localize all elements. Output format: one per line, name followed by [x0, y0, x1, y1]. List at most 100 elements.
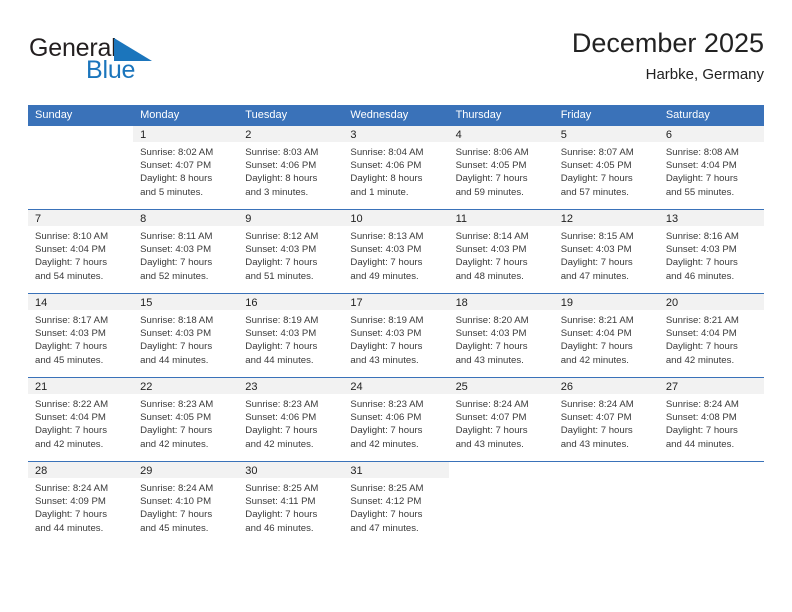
daylight-text-cont: and 43 minutes.: [455, 354, 524, 366]
calendar-cell-inner: 24 Sunrise: 8:23 AM Sunset: 4:06 PM Dayligh…: [343, 378, 449, 461]
day-details: Sunrise: 8:24 AM Sunset: 4:07 PM Daylight:…: [554, 394, 659, 451]
daylight-text: Daylight: 8 hours: [350, 173, 423, 185]
daylight-text: Daylight: 7 hours: [140, 425, 213, 437]
calendar-day-cell[interactable]: 17 Sunrise: 8:19 AM Sunset: 4:03 PM Dayligh…: [343, 293, 449, 378]
calendar-day-cell[interactable]: 12 Sunrise: 8:15 AM Sunset: 4:03 PM Dayligh…: [553, 209, 659, 294]
calendar-cell-inner: 28 Sunrise: 8:24 AM Sunset: 4:09 PM Dayligh…: [28, 462, 134, 545]
day-number: 14: [28, 294, 134, 310]
calendar-day-cell[interactable]: 19 Sunrise: 8:21 AM Sunset: 4:04 PM Dayligh…: [553, 293, 659, 378]
day-number: 20: [658, 294, 764, 310]
calendar-cell-inner: 21 Sunrise: 8:22 AM Sunset: 4:04 PM Dayligh…: [28, 378, 134, 461]
calendar-day-cell[interactable]: 1 Sunrise: 8:02 AM Sunset: 4:07 PM Daylight…: [133, 125, 239, 210]
sunset-text: Sunset: 4:07 PM: [455, 412, 527, 424]
calendar-cell-inner: 12 Sunrise: 8:15 AM Sunset: 4:03 PM Dayligh…: [553, 210, 659, 293]
weekday-header-saturday: Saturday: [658, 105, 764, 126]
day-details: Sunrise: 8:24 AM Sunset: 4:09 PM Daylight:…: [28, 478, 133, 535]
calendar-day-cell[interactable]: 7 Sunrise: 8:10 AM Sunset: 4:04 PM Daylight…: [28, 209, 134, 294]
calendar-cell-empty: [658, 461, 764, 545]
daylight-text-cont: and 46 minutes.: [665, 270, 735, 282]
sunrise-text: Sunrise: 8:16 AM: [665, 231, 739, 242]
calendar-day-cell[interactable]: 4 Sunrise: 8:06 AM Sunset: 4:05 PM Daylight…: [448, 125, 554, 210]
calendar-cell-inner: 4 Sunrise: 8:06 AM Sunset: 4:05 PM Daylight…: [448, 126, 554, 209]
calendar-day-cell[interactable]: 9 Sunrise: 8:12 AM Sunset: 4:03 PM Daylight…: [238, 209, 344, 294]
sunset-text: Sunset: 4:09 PM: [35, 496, 106, 508]
sunset-text: Sunset: 4:03 PM: [455, 244, 527, 256]
sunrise-text: Sunrise: 8:24 AM: [455, 399, 529, 410]
calendar-day-cell[interactable]: 14 Sunrise: 8:17 AM Sunset: 4:03 PM Dayligh…: [28, 293, 134, 378]
sunrise-text: Sunrise: 8:24 AM: [35, 483, 109, 494]
daylight-text-cont: and 48 minutes.: [455, 270, 524, 282]
sunrise-text: Sunrise: 8:25 AM: [245, 483, 319, 494]
sunrise-text: Sunrise: 8:23 AM: [245, 399, 319, 410]
calendar-day-cell[interactable]: 15 Sunrise: 8:18 AM Sunset: 4:03 PM Dayligh…: [133, 293, 239, 378]
day-details: Sunrise: 8:24 AM Sunset: 4:10 PM Daylight:…: [133, 478, 238, 535]
calendar-day-cell[interactable]: 11 Sunrise: 8:14 AM Sunset: 4:03 PM Dayligh…: [448, 209, 554, 294]
calendar-day-cell[interactable]: 5 Sunrise: 8:07 AM Sunset: 4:05 PM Daylight…: [553, 125, 659, 210]
calendar-day-cell[interactable]: 16 Sunrise: 8:19 AM Sunset: 4:03 PM Dayligh…: [238, 293, 344, 378]
day-number: 22: [133, 378, 239, 394]
calendar-day-cell[interactable]: 18 Sunrise: 8:20 AM Sunset: 4:03 PM Dayligh…: [448, 293, 554, 378]
sunset-text: Sunset: 4:04 PM: [560, 328, 632, 340]
daylight-text: Daylight: 7 hours: [140, 341, 213, 353]
day-number: 23: [238, 378, 344, 394]
sunrise-text: Sunrise: 8:25 AM: [350, 483, 424, 494]
sunset-text: Sunset: 4:03 PM: [245, 244, 317, 256]
calendar-day-cell[interactable]: 10 Sunrise: 8:13 AM Sunset: 4:03 PM Dayligh…: [343, 209, 449, 294]
day-details: Sunrise: 8:22 AM Sunset: 4:04 PM Daylight:…: [28, 394, 133, 451]
daylight-text: Daylight: 7 hours: [35, 341, 107, 353]
daylight-text: Daylight: 7 hours: [665, 341, 738, 353]
daylight-text: Daylight: 7 hours: [665, 173, 738, 185]
calendar-week-row: 7 Sunrise: 8:10 AM Sunset: 4:04 PM Daylight…: [28, 209, 764, 294]
sunset-text: Sunset: 4:03 PM: [560, 244, 632, 256]
day-details: Sunrise: 8:14 AM Sunset: 4:03 PM Daylight:…: [449, 226, 554, 283]
calendar-day-cell[interactable]: 24 Sunrise: 8:23 AM Sunset: 4:06 PM Dayligh…: [343, 377, 449, 462]
calendar-day-cell[interactable]: 29 Sunrise: 8:24 AM Sunset: 4:10 PM Dayligh…: [133, 461, 239, 545]
calendar-day-cell[interactable]: 22 Sunrise: 8:23 AM Sunset: 4:05 PM Dayligh…: [133, 377, 239, 462]
sunset-text: Sunset: 4:12 PM: [350, 496, 422, 508]
general-blue-logo[interactable]: General Blue: [28, 32, 258, 92]
calendar-day-cell[interactable]: 21 Sunrise: 8:22 AM Sunset: 4:04 PM Dayligh…: [28, 377, 134, 462]
calendar-week-row: 1 Sunrise: 8:02 AM Sunset: 4:07 PM Daylight…: [28, 125, 764, 210]
sunrise-text: Sunrise: 8:20 AM: [455, 315, 529, 326]
sunrise-text: Sunrise: 8:13 AM: [350, 231, 424, 242]
day-number: 31: [343, 462, 449, 478]
calendar-cell-inner: 16 Sunrise: 8:19 AM Sunset: 4:03 PM Dayligh…: [238, 294, 344, 377]
sunrise-text: Sunrise: 8:23 AM: [350, 399, 424, 410]
page-header: General Blue December 2025 Harbke, Germa…: [28, 28, 764, 100]
day-number: 7: [28, 210, 134, 226]
calendar-day-cell[interactable]: 31 Sunrise: 8:25 AM Sunset: 4:12 PM Dayligh…: [343, 461, 449, 545]
calendar-day-cell[interactable]: 2 Sunrise: 8:03 AM Sunset: 4:06 PM Daylight…: [238, 125, 344, 210]
calendar-cell-inner: 9 Sunrise: 8:12 AM Sunset: 4:03 PM Daylight…: [238, 210, 344, 293]
sunset-text: Sunset: 4:03 PM: [350, 244, 422, 256]
sunset-text: Sunset: 4:06 PM: [245, 412, 317, 424]
calendar-cell-inner: 26 Sunrise: 8:24 AM Sunset: 4:07 PM Dayligh…: [553, 378, 659, 461]
calendar-day-cell[interactable]: 25 Sunrise: 8:24 AM Sunset: 4:07 PM Dayligh…: [448, 377, 554, 462]
day-details: Sunrise: 8:25 AM Sunset: 4:12 PM Daylight:…: [343, 478, 448, 535]
daylight-text: Daylight: 7 hours: [455, 425, 528, 437]
daylight-text: Daylight: 7 hours: [350, 341, 423, 353]
calendar-day-cell[interactable]: 27 Sunrise: 8:24 AM Sunset: 4:08 PM Dayligh…: [658, 377, 764, 462]
day-number: 17: [343, 294, 449, 310]
calendar-day-cell[interactable]: 28 Sunrise: 8:24 AM Sunset: 4:09 PM Dayligh…: [28, 461, 134, 545]
calendar-day-cell[interactable]: 13 Sunrise: 8:16 AM Sunset: 4:03 PM Dayligh…: [658, 209, 764, 294]
calendar-day-cell[interactable]: 8 Sunrise: 8:11 AM Sunset: 4:03 PM Daylight…: [133, 209, 239, 294]
sunrise-text: Sunrise: 8:23 AM: [140, 399, 214, 410]
daylight-text: Daylight: 7 hours: [350, 509, 423, 521]
calendar-cell-inner: [553, 462, 659, 545]
sunset-text: Sunset: 4:04 PM: [35, 244, 106, 256]
calendar-day-cell[interactable]: 30 Sunrise: 8:25 AM Sunset: 4:11 PM Dayligh…: [238, 461, 344, 545]
calendar-day-cell[interactable]: 3 Sunrise: 8:04 AM Sunset: 4:06 PM Daylight…: [343, 125, 449, 210]
calendar-day-cell[interactable]: 23 Sunrise: 8:23 AM Sunset: 4:06 PM Dayligh…: [238, 377, 344, 462]
daylight-text: Daylight: 7 hours: [245, 341, 318, 353]
calendar-day-cell[interactable]: 26 Sunrise: 8:24 AM Sunset: 4:07 PM Dayligh…: [553, 377, 659, 462]
daylight-text-cont: and 44 minutes.: [245, 354, 314, 366]
calendar-day-cell[interactable]: 6 Sunrise: 8:08 AM Sunset: 4:04 PM Daylight…: [658, 125, 764, 210]
daylight-text-cont: and 1 minute.: [350, 186, 409, 198]
daylight-text: Daylight: 7 hours: [455, 173, 528, 185]
daylight-text-cont: and 44 minutes.: [665, 438, 735, 450]
calendar-day-cell[interactable]: 20 Sunrise: 8:21 AM Sunset: 4:04 PM Dayligh…: [658, 293, 764, 378]
sunset-text: Sunset: 4:03 PM: [245, 328, 317, 340]
daylight-text: Daylight: 7 hours: [245, 509, 318, 521]
day-details: Sunrise: 8:17 AM Sunset: 4:03 PM Daylight:…: [28, 310, 133, 367]
sunrise-text: Sunrise: 8:12 AM: [245, 231, 319, 242]
